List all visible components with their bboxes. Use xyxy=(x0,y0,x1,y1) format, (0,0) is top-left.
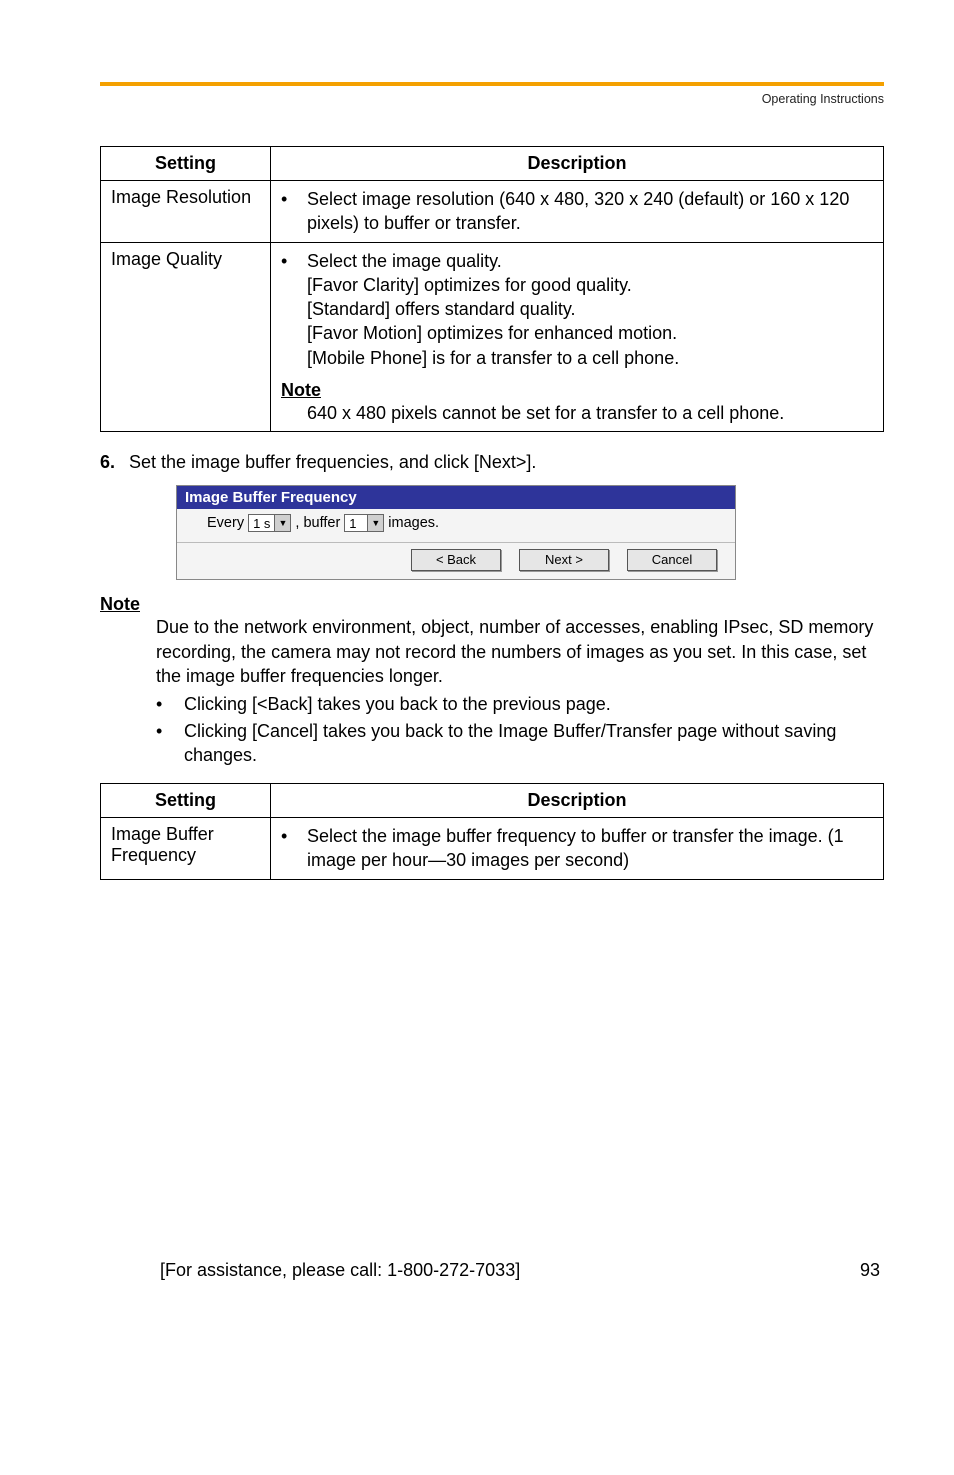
note-heading-2: Note xyxy=(100,594,884,615)
col-description: Description xyxy=(271,147,884,181)
every-dropdown[interactable]: 1 s ▼ xyxy=(248,514,291,532)
chevron-down-icon: ▼ xyxy=(367,515,383,531)
bullet-icon: • xyxy=(156,719,164,768)
every-value: 1 s xyxy=(249,516,274,531)
row-image-quality-setting: Image Quality xyxy=(101,242,271,432)
doc-label: Operating Instructions xyxy=(100,92,884,106)
note-text: 640 x 480 pixels cannot be set for a tra… xyxy=(307,401,873,425)
chevron-down-icon: ▼ xyxy=(274,515,290,531)
iq-line-1: [Favor Clarity] optimizes for good quali… xyxy=(307,273,679,297)
step-6-text: Set the image buffer frequencies, and cl… xyxy=(129,452,536,473)
note-bullet-0: Clicking [<Back] takes you back to the p… xyxy=(184,692,611,716)
row-ibf-desc: • Select the image buffer frequency to b… xyxy=(271,818,884,880)
buffer-dropdown[interactable]: 1 ▼ xyxy=(344,514,384,532)
iq-line-4: [Mobile Phone] is for a transfer to a ce… xyxy=(307,346,679,370)
iq-line-3: [Favor Motion] optimizes for enhanced mo… xyxy=(307,321,679,345)
footer-assist: [For assistance, please call: 1-800-272-… xyxy=(160,1260,520,1281)
next-button[interactable]: Next > xyxy=(519,549,609,571)
col-setting-2: Setting xyxy=(101,784,271,818)
dialog-title: Image Buffer Frequency xyxy=(177,486,735,509)
image-resolution-text: Select image resolution (640 x 480, 320 … xyxy=(307,187,873,236)
bullet-icon: • xyxy=(281,249,289,370)
images-label: images. xyxy=(388,515,439,531)
image-buffer-frequency-dialog: Image Buffer Frequency Every 1 s ▼ , buf… xyxy=(176,485,736,580)
bullet-icon: • xyxy=(281,824,289,873)
iq-line-0: Select the image quality. xyxy=(307,249,679,273)
settings-table-2: Setting Description Image Buffer Frequen… xyxy=(100,783,884,880)
page-number: 93 xyxy=(860,1260,880,1281)
buffer-value: 1 xyxy=(345,516,367,531)
settings-table-1: Setting Description Image Resolution • S… xyxy=(100,146,884,432)
bullet-icon: • xyxy=(156,692,164,716)
row-image-resolution-desc: • Select image resolution (640 x 480, 32… xyxy=(271,181,884,243)
ibf-text: Select the image buffer frequency to buf… xyxy=(307,824,873,873)
row-ibf-setting: Image Buffer Frequency xyxy=(101,818,271,880)
note-heading: Note xyxy=(281,380,873,401)
col-description-2: Description xyxy=(271,784,884,818)
bullet-icon: • xyxy=(281,187,289,236)
col-setting: Setting xyxy=(101,147,271,181)
note-bullet-1: Clicking [Cancel] takes you back to the … xyxy=(184,719,884,768)
step-6-number: 6. xyxy=(100,452,115,473)
every-label: Every xyxy=(207,515,244,531)
header-rule xyxy=(100,82,884,86)
note-paragraph: Due to the network environment, object, … xyxy=(156,615,884,688)
back-button[interactable]: < Back xyxy=(411,549,501,571)
row-image-resolution-setting: Image Resolution xyxy=(101,181,271,243)
cancel-button[interactable]: Cancel xyxy=(627,549,717,571)
row-image-quality-desc: • Select the image quality. [Favor Clari… xyxy=(271,242,884,432)
buffer-label: , buffer xyxy=(295,515,340,531)
iq-line-2: [Standard] offers standard quality. xyxy=(307,297,679,321)
